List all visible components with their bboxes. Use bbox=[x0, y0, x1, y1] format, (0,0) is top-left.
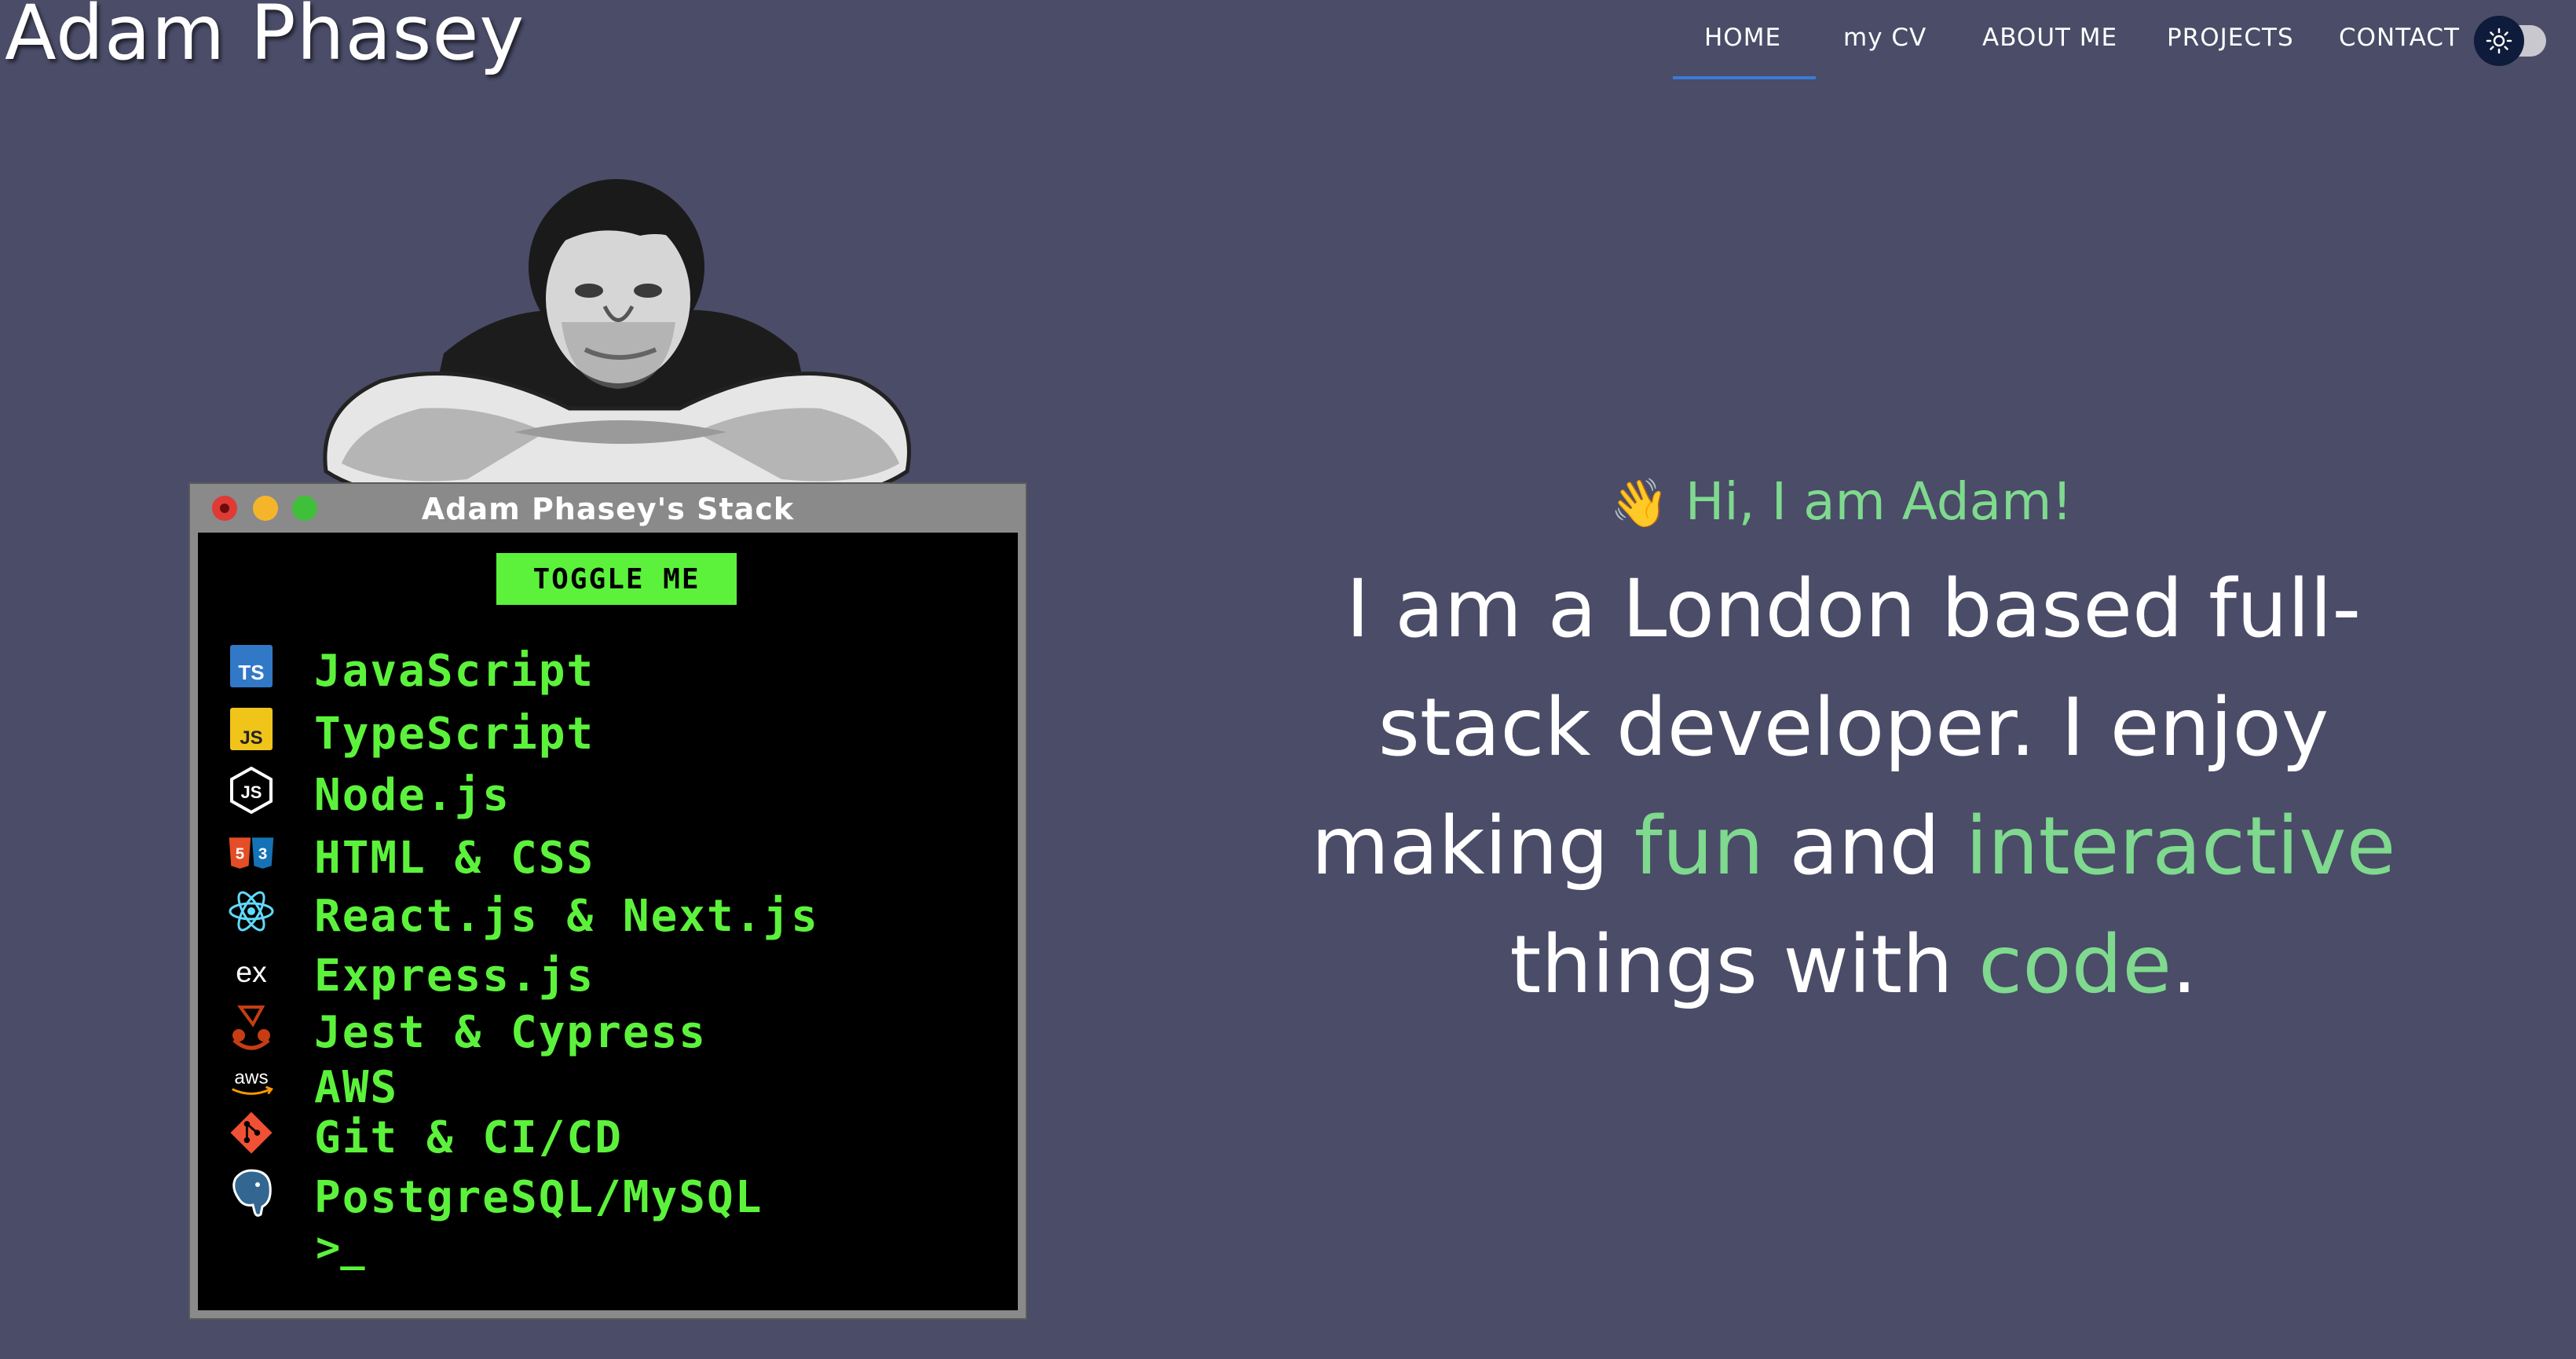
stack-item: aws AWS bbox=[198, 1059, 1018, 1114]
wave-icon: 👋 bbox=[1610, 476, 1669, 531]
nav-projects[interactable]: PROJECTS bbox=[2167, 24, 2294, 52]
nav-about-me[interactable]: ABOUT ME bbox=[1982, 24, 2117, 52]
stack-item-label: Jest & Cypress bbox=[314, 1007, 708, 1058]
highlight-code: code bbox=[1978, 918, 2172, 1012]
stack-item-label: Git & CI/CD bbox=[314, 1112, 623, 1163]
highlight-interactive: interactive bbox=[1965, 800, 2396, 893]
aws-icon: aws bbox=[228, 1059, 275, 1106]
intro-things-with: things with bbox=[1509, 918, 1979, 1012]
greeting-text: Hi, I am Adam! bbox=[1685, 471, 2073, 532]
svg-text:aws: aws bbox=[234, 1067, 268, 1088]
intro-period: . bbox=[2172, 918, 2197, 1012]
stack-item: Jest & Cypress bbox=[198, 1004, 1018, 1059]
nav-contact[interactable]: CONTACT bbox=[2339, 24, 2460, 52]
terminal-title-bar: Adam Phasey's Stack bbox=[190, 484, 1026, 533]
intro-and: and bbox=[1763, 800, 1966, 893]
stack-item: ex Express.js bbox=[198, 947, 1018, 1002]
stack-item: React.js & Next.js bbox=[198, 888, 1018, 943]
greeting: 👋 Hi, I am Adam! bbox=[1610, 471, 2073, 532]
sun-icon bbox=[2486, 27, 2512, 54]
stack-item-label: Node.js bbox=[314, 770, 511, 821]
stack-item-label: HTML & CSS bbox=[314, 833, 595, 884]
git-icon bbox=[228, 1109, 275, 1156]
stack-item-label: AWS bbox=[314, 1062, 399, 1113]
svg-text:5: 5 bbox=[236, 845, 244, 863]
express-icon: ex bbox=[228, 947, 275, 995]
svg-text:3: 3 bbox=[258, 845, 267, 863]
nav-active-underline bbox=[1673, 76, 1816, 79]
stack-item-label: JavaScript bbox=[314, 646, 595, 697]
portrait-illustration bbox=[323, 179, 911, 499]
stack-item: PostgreSQL/MySQL bbox=[198, 1169, 1018, 1224]
javascript-icon: JS bbox=[228, 705, 275, 753]
stack-terminal: Adam Phasey's Stack TOGGLE ME TS JavaScr… bbox=[188, 482, 1027, 1320]
svg-text:ex: ex bbox=[236, 955, 267, 988]
nav-my-cv[interactable]: my CV bbox=[1843, 24, 1927, 52]
terminal-prompt: >_ bbox=[316, 1224, 365, 1271]
stack-item: Git & CI/CD bbox=[198, 1109, 1018, 1164]
intro-paragraph: I am a London based full-stack developer… bbox=[1241, 550, 2466, 1024]
toggle-me-button[interactable]: TOGGLE ME bbox=[496, 553, 737, 605]
stack-item-label: React.js & Next.js bbox=[314, 891, 819, 942]
stack-item-label: PostgreSQL/MySQL bbox=[314, 1172, 763, 1223]
site-title[interactable]: Adam Phasey bbox=[5, 0, 525, 77]
react-icon bbox=[228, 888, 275, 935]
typescript-icon: TS bbox=[228, 643, 275, 690]
terminal-screen: TOGGLE ME TS JavaScript JS TypeScript JS… bbox=[198, 533, 1018, 1310]
stack-item: JS Node.js bbox=[198, 766, 1018, 822]
postgresql-icon bbox=[228, 1169, 275, 1217]
toggle-knob bbox=[2474, 16, 2524, 66]
html-css-icon: 53 bbox=[228, 830, 275, 877]
nodejs-icon: JS bbox=[228, 766, 275, 815]
svg-text:TS: TS bbox=[238, 661, 264, 684]
stack-item-label: Express.js bbox=[314, 951, 595, 1002]
stack-item: 53 HTML & CSS bbox=[198, 830, 1018, 885]
stack-item: TS JavaScript bbox=[198, 643, 1018, 698]
highlight-fun: fun bbox=[1634, 800, 1764, 893]
nav-home[interactable]: HOME bbox=[1704, 24, 1781, 52]
svg-text:JS: JS bbox=[240, 727, 262, 749]
stack-item: JS TypeScript bbox=[198, 705, 1018, 760]
terminal-title: Adam Phasey's Stack bbox=[421, 492, 795, 526]
jest-icon bbox=[228, 1004, 275, 1051]
theme-toggle[interactable] bbox=[2474, 16, 2549, 66]
svg-text:JS: JS bbox=[241, 782, 262, 802]
stack-item-label: TypeScript bbox=[314, 709, 595, 760]
